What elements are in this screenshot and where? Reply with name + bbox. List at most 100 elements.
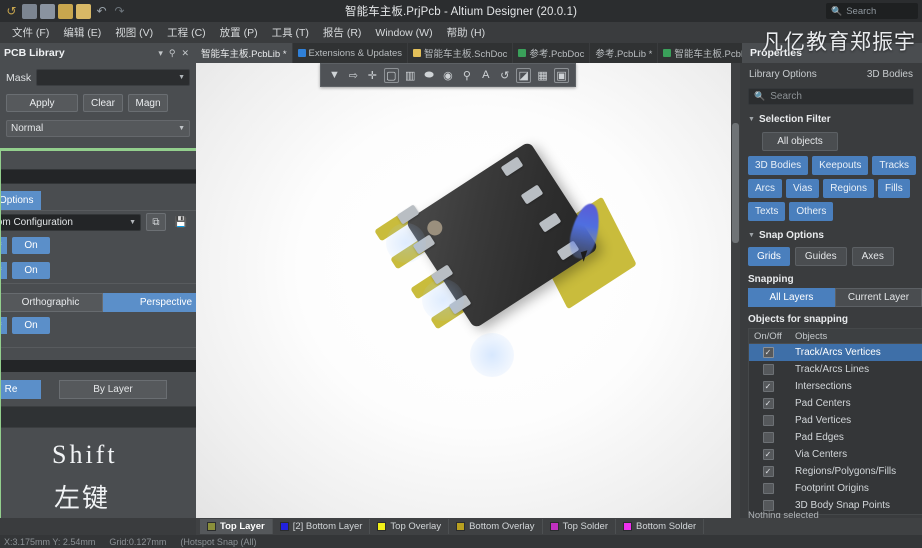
row-checkbox-cell[interactable]	[749, 432, 787, 443]
filter-chip-keepouts[interactable]: Keepouts	[812, 156, 869, 175]
clear-button[interactable]: Clear	[83, 94, 123, 112]
filter-chip-3d-bodies[interactable]: 3D Bodies	[748, 156, 809, 175]
checkbox-checked-icon[interactable]: ✓	[762, 466, 774, 477]
filter-chip-fills[interactable]: Fills	[877, 179, 910, 198]
table-row[interactable]: ✓ Pad Centers	[749, 395, 922, 412]
row-checkbox-cell[interactable]: ✓	[749, 398, 787, 409]
all-objects-button[interactable]: All objects	[762, 132, 838, 151]
on-button[interactable]: On	[12, 317, 50, 334]
menu-help[interactable]: 帮助 (H)	[440, 23, 493, 42]
configuration-select[interactable]: tom Configuration ▼	[1, 213, 141, 231]
render-button[interactable]: Re	[1, 379, 41, 399]
place-component-icon[interactable]: ⚲	[459, 69, 474, 82]
table-row[interactable]: ✓ Regions/Polygons/Fills	[749, 463, 922, 480]
reload-icon[interactable]: ↺	[4, 4, 19, 19]
tab-mainboard-pcbdoc[interactable]: 智能车主板.PcbDoc *	[658, 43, 742, 63]
snap-axes-button[interactable]: Axes	[851, 247, 894, 266]
checkbox-icon[interactable]	[762, 432, 774, 443]
table-row[interactable]: ✓ Intersections	[749, 378, 922, 395]
menu-project[interactable]: 工程 (C)	[160, 23, 213, 42]
tab-pcblib-main[interactable]: ✦ 智能车主板.PcbLib *	[6, 43, 293, 121]
checkbox-checked-icon[interactable]: ✓	[762, 381, 774, 392]
menu-file[interactable]: 文件 (F)	[5, 23, 56, 42]
row-checkbox-cell[interactable]: ✓	[749, 466, 787, 477]
menu-window[interactable]: Window (W)	[368, 25, 439, 41]
magnify-button[interactable]: Magn	[128, 94, 168, 112]
row-checkbox-cell[interactable]: ✓	[749, 381, 787, 392]
snap-grids-button[interactable]: Grids	[748, 247, 790, 266]
chevron-down-icon[interactable]: ▼	[129, 219, 136, 226]
tab-library-options[interactable]: Library Options	[749, 69, 817, 80]
on-button[interactable]: On	[12, 262, 50, 279]
quick-access-toolbar[interactable]: ↺ ↶ ↷	[0, 3, 127, 19]
filter-chip-arcs[interactable]: Arcs	[748, 179, 782, 198]
row-checkbox-cell[interactable]	[749, 415, 787, 426]
menu-reports[interactable]: 报告 (R)	[316, 23, 369, 42]
filter-chip-others[interactable]: Others	[789, 202, 834, 221]
place-via-icon[interactable]: ◉	[440, 69, 455, 82]
panel-dropdown-icon[interactable]: ▾	[155, 48, 166, 59]
place-pad-icon[interactable]: ⬬	[422, 69, 437, 82]
table-row[interactable]: Pad Edges	[749, 429, 922, 446]
checkbox-icon[interactable]	[762, 483, 774, 494]
mask-input[interactable]: ▼	[36, 69, 190, 86]
mask-mode-select[interactable]: Normal ▼	[6, 120, 190, 137]
save-all-icon[interactable]	[40, 3, 55, 19]
selection-filter-section-header[interactable]: ▼ Selection Filter	[740, 114, 922, 125]
place-string-icon[interactable]: A	[478, 69, 493, 81]
open-project-icon[interactable]	[76, 3, 91, 19]
filter-chip-regions[interactable]: Regions	[823, 179, 874, 198]
current-layer-button[interactable]: Current Layer	[834, 288, 922, 307]
dimension-icon[interactable]: ▦	[535, 69, 550, 82]
panel-pin-icon[interactable]: ⚲	[166, 48, 179, 59]
properties-search-input[interactable]: 🔍 Search	[748, 88, 914, 105]
place-arc-icon[interactable]: ↺	[497, 69, 512, 82]
checkbox-checked-icon[interactable]: ✓	[762, 347, 774, 358]
canvas-vertical-scrollbar[interactable]	[731, 63, 740, 518]
save-icon[interactable]	[22, 3, 37, 19]
place-region-icon[interactable]: ◪	[516, 67, 532, 83]
layer-tab-top-overlay[interactable]: Top Overlay	[370, 519, 450, 534]
place-3d-body-icon[interactable]: ▣	[554, 67, 570, 83]
apply-button[interactable]: Apply	[6, 94, 78, 112]
move-icon[interactable]: ✛	[365, 69, 380, 82]
filter-chip-vias[interactable]: Vias	[786, 179, 820, 198]
tab-extensions-updates[interactable]: Extensions & Updates	[293, 43, 409, 63]
checkbox-icon[interactable]	[762, 364, 774, 375]
open-folder-icon[interactable]	[58, 3, 73, 19]
menu-edit[interactable]: 编辑 (E)	[56, 23, 108, 42]
table-row[interactable]: ✓ Via Centers	[749, 446, 922, 463]
snap-options-section-header[interactable]: ▼ Snap Options	[740, 230, 922, 241]
menu-tools[interactable]: 工具 (T)	[265, 23, 316, 42]
place-polygon-icon[interactable]: ▥	[403, 69, 418, 82]
global-search-input[interactable]: 🔍 Search	[826, 3, 918, 19]
tab-reference-pcbdoc[interactable]: 参考.PcbDoc	[513, 43, 591, 63]
table-row[interactable]: Track/Arcs Lines	[749, 361, 922, 378]
menu-place[interactable]: 放置 (P)	[213, 23, 265, 42]
scrollbar-thumb[interactable]	[732, 123, 739, 243]
save-icon[interactable]: 💾	[171, 213, 191, 231]
filter-chip-tracks[interactable]: Tracks	[872, 156, 917, 175]
orthographic-button[interactable]: Orthographic	[1, 292, 103, 312]
row-checkbox-cell[interactable]	[749, 364, 787, 375]
row-checkbox-cell[interactable]: ✓	[749, 347, 787, 358]
tab-options[interactable]: Options	[1, 191, 42, 210]
pcb-floating-toolbar[interactable]: ▼ ⇨ ✛ ▢ ▥ ⬬ ◉ ⚲ A ↺ ◪ ▦ ▣	[320, 63, 576, 87]
save-as-icon[interactable]: ⧉	[146, 213, 166, 231]
by-layer-button[interactable]: By Layer	[59, 379, 167, 399]
checkbox-checked-icon[interactable]: ✓	[762, 449, 774, 460]
layer-tab-top-layer[interactable]: Top Layer	[200, 519, 273, 534]
off-button[interactable]: f	[1, 237, 7, 254]
checkbox-icon[interactable]	[762, 415, 774, 426]
all-layers-button[interactable]: All Layers	[748, 288, 835, 307]
redo-icon[interactable]: ↷	[112, 4, 127, 19]
off-button[interactable]: f	[1, 317, 7, 334]
table-row[interactable]: Footprint Origins	[749, 480, 922, 497]
filter-chip-texts[interactable]: Texts	[748, 202, 786, 221]
undo-icon[interactable]: ↶	[94, 4, 109, 19]
properties-panel-header[interactable]: Properties	[742, 43, 922, 63]
chevron-down-icon[interactable]: ▼	[178, 125, 185, 132]
filter-icon[interactable]: ▼	[327, 69, 342, 81]
panel-close-icon[interactable]: ✕	[178, 48, 192, 59]
on-button[interactable]: On	[12, 237, 50, 254]
